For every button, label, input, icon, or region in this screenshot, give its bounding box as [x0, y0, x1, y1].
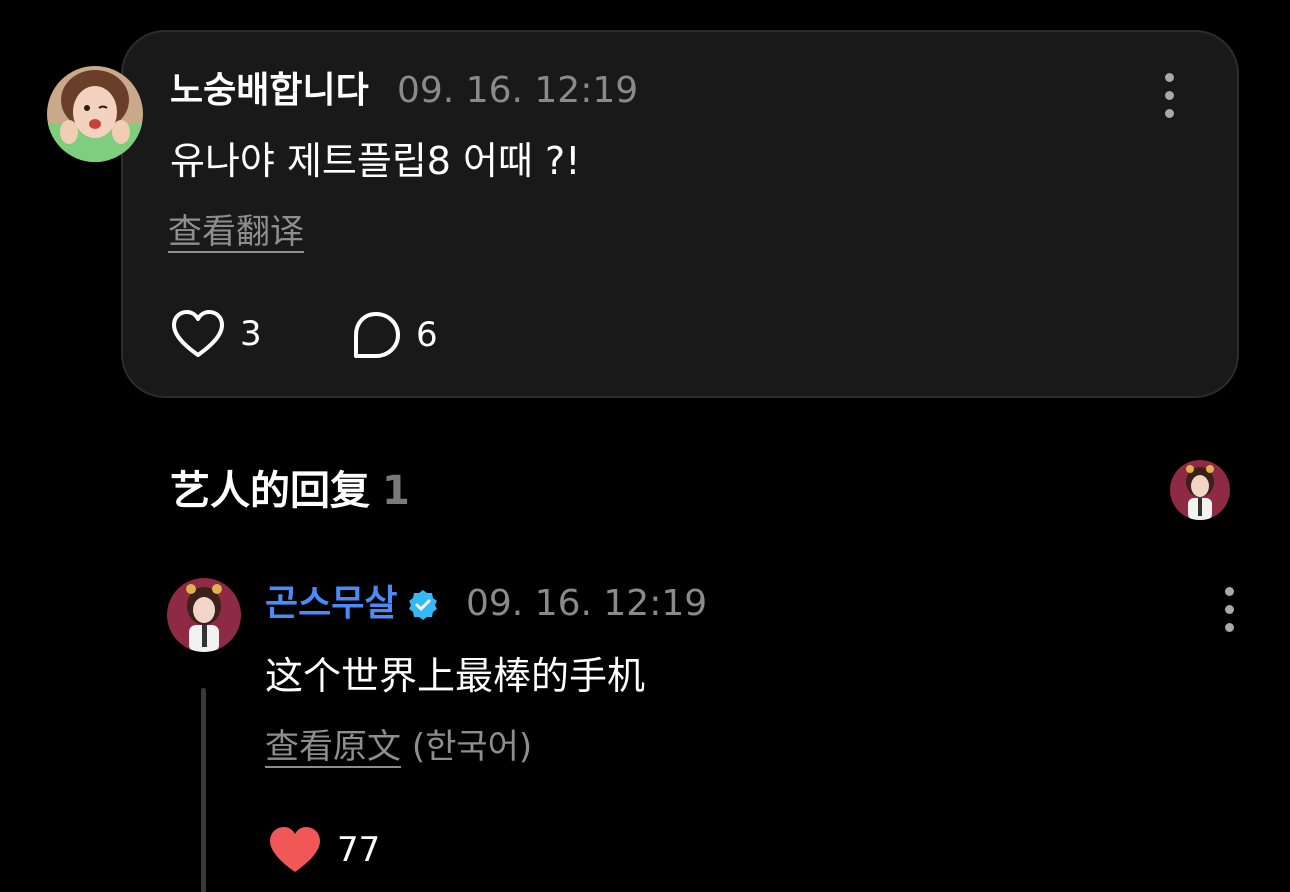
reply-more-icon[interactable]	[1223, 587, 1235, 632]
comment-timestamp: 09. 16. 12:19	[397, 70, 639, 111]
speech-bubble-icon	[354, 312, 400, 358]
comment-like-button[interactable]: 3	[170, 308, 262, 360]
reply-thread-line	[201, 688, 206, 892]
artist-replies-count: 1	[382, 468, 410, 514]
reply-like-button[interactable]: 77	[267, 824, 380, 876]
artist-replies-header: 艺人的回复 1	[170, 466, 410, 516]
comment-like-count: 3	[240, 314, 262, 354]
artist-avatar-small[interactable]	[1170, 460, 1230, 520]
view-translation-link[interactable]: 查看翻译	[168, 212, 304, 252]
reply-timestamp: 09. 16. 12:19	[466, 583, 708, 624]
verified-badge-icon	[409, 590, 437, 620]
artist-avatar[interactable]	[167, 578, 241, 652]
artist-username[interactable]: 곤스무살	[265, 582, 397, 626]
commenter-username[interactable]: 노숭배합니다	[170, 69, 369, 113]
heart-outline-icon	[172, 310, 224, 357]
comment-thread-page: 노숭배합니다 09. 16. 12:19 유나야 제트플립8 어때 ?! 查看翻…	[0, 0, 1290, 892]
original-language-label: (한국어)	[411, 727, 533, 767]
translate-link-row: 查看翻译	[168, 210, 304, 254]
reply-text: 这个世界上最棒的手机	[265, 654, 646, 698]
comment-reply-count: 6	[416, 315, 438, 355]
heart-filled-icon	[270, 827, 320, 872]
original-link-row: 查看原文 (한국어)	[265, 725, 532, 769]
comment-reply-button[interactable]: 6	[350, 310, 438, 360]
view-original-link[interactable]: 查看原文	[265, 727, 401, 767]
reply-like-count: 77	[337, 830, 381, 870]
commenter-avatar[interactable]	[47, 66, 143, 162]
comment-text: 유나야 제트플립8 어때 ?!	[170, 139, 581, 183]
artist-replies-title: 艺人的回复	[170, 468, 370, 514]
comment-more-icon[interactable]	[1163, 73, 1175, 118]
